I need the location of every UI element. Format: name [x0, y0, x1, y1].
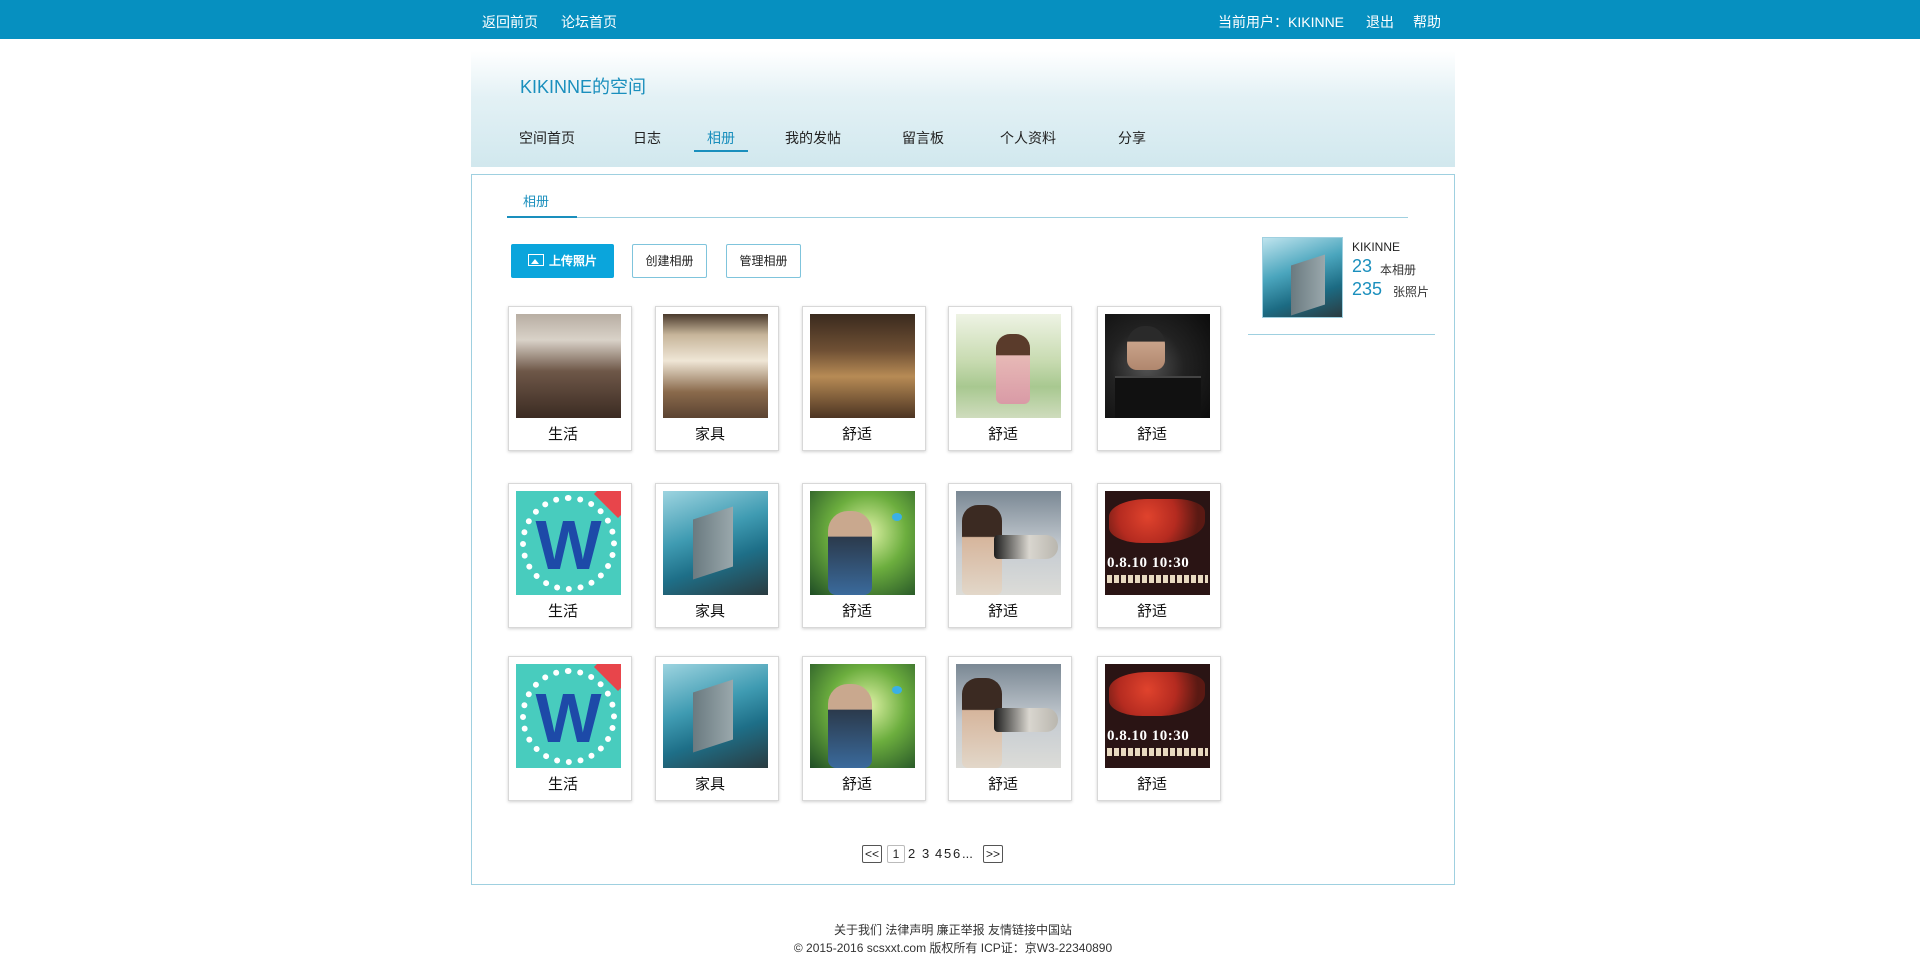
avatar[interactable]	[1262, 237, 1343, 318]
album-label: 舒适	[1136, 603, 1167, 620]
album-label: 家具	[694, 426, 725, 443]
album-card[interactable]: 舒适	[802, 656, 926, 801]
album-card[interactable]: 0.8.10 10:30 舒适	[1097, 656, 1221, 801]
album-label: 生活	[547, 426, 578, 443]
map-photo-caption: 0.8.10 10:30	[1107, 555, 1190, 571]
world-map-photo: 0.8.10 10:30	[1105, 664, 1210, 768]
pagination-page[interactable]: 3	[922, 845, 929, 863]
album-card[interactable]: 0.8.10 10:30 舒适	[1097, 483, 1221, 628]
nav-my-posts[interactable]: 我的发帖	[785, 128, 841, 148]
upload-photo-button[interactable]: 上传照片	[511, 244, 614, 278]
photo-count: 235	[1352, 279, 1383, 299]
pool-block-photo	[663, 491, 768, 595]
pagination-page[interactable]: 2	[908, 845, 915, 863]
footer-copyright: © 2015-2016 scsxxt.com 版权所有 ICP证：京W3-223…	[793, 941, 1113, 955]
pagination-page[interactable]: 4	[935, 845, 942, 863]
album-card[interactable]: 家具	[655, 483, 779, 628]
pagination-page-current[interactable]: 1	[887, 845, 905, 863]
camera-lens-photo	[956, 664, 1061, 768]
logout-link[interactable]: 退出	[1366, 0, 1394, 44]
album-card[interactable]: 生活	[508, 306, 632, 451]
nav-share[interactable]: 分享	[1118, 128, 1146, 148]
camera-lens-photo	[956, 491, 1061, 595]
album-count: 23	[1352, 256, 1373, 276]
album-card[interactable]: 家具	[655, 306, 779, 451]
album-card[interactable]: 舒适	[948, 306, 1072, 451]
nav-active-indicator	[694, 150, 748, 152]
back-home-link[interactable]: 返回前页	[482, 0, 538, 44]
w-logo-photo: W	[516, 664, 621, 768]
profile-name: KIKINNE	[1352, 240, 1401, 254]
image-icon	[527, 254, 544, 266]
pagination-page[interactable]: 6	[953, 845, 960, 863]
album-label: 舒适	[1136, 776, 1167, 793]
nav-blog[interactable]: 日志	[633, 128, 661, 148]
nav-profile[interactable]: 个人资料	[1000, 128, 1056, 148]
album-card[interactable]: 舒适	[948, 656, 1072, 801]
profile-divider	[1248, 334, 1435, 335]
tab-active-indicator	[507, 216, 577, 218]
album-card[interactable]: 舒适	[802, 483, 926, 628]
manage-album-button[interactable]: 管理相册	[726, 244, 801, 278]
tab-album[interactable]: 相册	[523, 191, 549, 210]
space-title: KIKINNE的空间	[520, 77, 647, 97]
album-label: 生活	[547, 776, 578, 793]
cozy-room-photo	[810, 314, 915, 418]
w-logo-photo: W	[516, 491, 621, 595]
nav-space-home[interactable]: 空间首页	[519, 128, 575, 148]
album-label: 舒适	[841, 426, 872, 443]
vr-man-photo	[810, 664, 915, 768]
girl-binoculars-photo	[956, 314, 1061, 418]
album-card[interactable]: 舒适	[802, 306, 926, 451]
album-count-label: 本相册	[1380, 263, 1417, 277]
album-label: 家具	[694, 776, 725, 793]
pool-block-photo	[663, 664, 768, 768]
furniture-room-photo	[663, 314, 768, 418]
forum-home-link[interactable]: 论坛首页	[561, 0, 617, 44]
album-label: 舒适	[1136, 426, 1167, 443]
world-map-photo: 0.8.10 10:30	[1105, 491, 1210, 595]
album-label: 舒适	[987, 426, 1018, 443]
nav-album[interactable]: 相册	[707, 128, 735, 148]
footer-links[interactable]: 关于我们 法律声明 廉正举报 友情链接中国站	[0, 921, 1906, 938]
album-label: 舒适	[987, 776, 1018, 793]
album-card[interactable]: 舒适	[1097, 306, 1221, 451]
nav-message-board[interactable]: 留言板	[902, 128, 944, 148]
upload-photo-label: 上传照片	[548, 254, 597, 268]
tech-man-photo	[1105, 314, 1210, 418]
vr-man-photo	[810, 491, 915, 595]
album-label: 舒适	[987, 603, 1018, 620]
current-user-label[interactable]: 当前用户：KIKINNE	[1218, 0, 1344, 44]
album-label: 家具	[694, 603, 725, 620]
album-label: 舒适	[841, 776, 872, 793]
pagination-page[interactable]: 5	[944, 845, 951, 863]
album-card[interactable]: 家具	[655, 656, 779, 801]
create-album-button[interactable]: 创建相册	[632, 244, 707, 278]
album-label: 生活	[547, 603, 578, 620]
pagination-prev-button[interactable]: <<	[862, 845, 882, 863]
tab-divider	[507, 217, 1408, 218]
top-bar: 返回前页 论坛首页 当前用户：KIKINNE 退出 帮助	[0, 0, 1920, 39]
album-card[interactable]: W 生活	[508, 656, 632, 801]
space-header: KIKINNE的空间 空间首页 日志 相册 我的发帖 留言板 个人资料 分享	[471, 51, 1455, 167]
album-card[interactable]: 舒适	[948, 483, 1072, 628]
photo-count-label: 张照片	[1393, 285, 1430, 299]
pagination-next-button[interactable]: >>	[983, 845, 1003, 863]
pagination-ellipsis: ...	[962, 846, 973, 861]
map-photo-caption: 0.8.10 10:30	[1107, 728, 1190, 744]
help-link[interactable]: 帮助	[1413, 0, 1441, 44]
album-label: 舒适	[841, 603, 872, 620]
living-room-photo	[516, 314, 621, 418]
album-card[interactable]: W 生活	[508, 483, 632, 628]
